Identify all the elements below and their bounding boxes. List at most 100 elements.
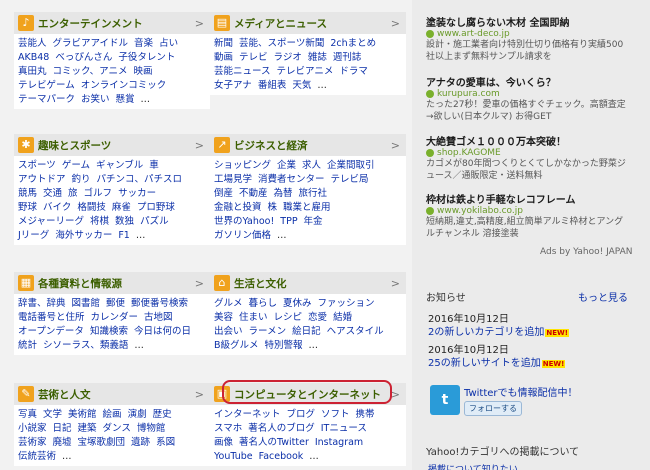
category-link[interactable]: 天気 — [292, 80, 311, 91]
category-link[interactable]: 著名人のブログ — [248, 423, 315, 434]
category-link[interactable]: 競馬 — [18, 188, 37, 199]
category-link[interactable]: 小説家 — [18, 423, 47, 434]
category-link[interactable]: 絵画 — [103, 409, 122, 420]
category-title[interactable]: エンターテインメント — [38, 16, 195, 31]
category-link[interactable]: 建築 — [78, 423, 97, 434]
category-link[interactable]: 2chまとめ — [330, 38, 376, 49]
category-link[interactable]: 宝塚歌劇団 — [78, 437, 126, 448]
chevron-right-icon[interactable]: > — [391, 277, 400, 290]
category-title[interactable]: 趣味とスポーツ — [38, 138, 195, 153]
ad-title[interactable]: 塗装なし腐らない木材 全国即納 — [426, 14, 626, 29]
category-header[interactable]: ⌂ 生活と文化 > — [210, 272, 406, 294]
category-link[interactable]: 夏休み — [283, 298, 312, 309]
category-link[interactable]: 博物館 — [137, 423, 166, 434]
category-link[interactable]: 倒産 — [214, 188, 233, 199]
ad-url-text[interactable]: www.yokilabo.co.jp — [437, 206, 523, 216]
chevron-right-icon[interactable]: > — [391, 388, 400, 401]
category-link[interactable]: 懸賞 — [116, 94, 135, 105]
category-link[interactable]: カレンダー — [91, 312, 139, 323]
ad-item[interactable]: 塗装なし腐らない木材 全国即納 www.art-deco.jp 設計・施工業者向け特… — [426, 14, 626, 63]
category-link[interactable]: 映画 — [133, 66, 152, 77]
category-link[interactable]: 新聞 — [214, 38, 233, 49]
category-link[interactable]: 消費者センター — [258, 174, 325, 185]
category-link[interactable]: 年金 — [304, 216, 323, 227]
notice-link-1[interactable]: 2の新しいカテゴリを追加 — [428, 327, 544, 338]
category-link[interactable]: 恋愛 — [308, 312, 327, 323]
category-title[interactable]: 芸術と人文 — [38, 387, 195, 402]
category-link[interactable]: アウトドア — [18, 174, 66, 185]
category-link[interactable]: ブログ — [287, 409, 316, 420]
chevron-right-icon[interactable]: > — [391, 139, 400, 152]
chevron-right-icon[interactable]: > — [195, 277, 204, 290]
ad-url-text[interactable]: www.art-deco.jp — [437, 29, 510, 39]
category-link[interactable]: AKB48 — [18, 52, 49, 63]
category-link[interactable]: ギャンブル — [96, 160, 143, 171]
category-link[interactable]: 画像 — [214, 437, 233, 448]
category-link[interactable]: 為替 — [274, 188, 293, 199]
category-header[interactable]: ✎ 芸術と人文 > — [14, 383, 210, 405]
category-link[interactable]: 芸能人 — [18, 38, 47, 49]
category-title[interactable]: 生活と文化 — [234, 276, 391, 291]
category-title[interactable]: 各種資料と情報源 — [38, 276, 195, 291]
category-link[interactable]: べっぴんさん — [55, 52, 112, 63]
category-link[interactable]: 女子アナ — [214, 80, 252, 91]
category-link[interactable]: レシピ — [274, 312, 303, 323]
yahoo-listing-link[interactable]: 掲載について知りたい — [428, 462, 518, 470]
category-link[interactable]: 廃墟 — [53, 437, 72, 448]
category-link[interactable]: オンラインコミック — [81, 80, 167, 91]
chevron-right-icon[interactable]: > — [391, 17, 400, 30]
category-link[interactable]: テーマパーク — [18, 94, 75, 105]
category-link[interactable]: TPP — [280, 216, 297, 227]
category-link[interactable]: ラジオ — [274, 52, 302, 63]
ad-url-text[interactable]: kurupura.com — [437, 89, 500, 99]
twitter-follow-button[interactable]: フォローする — [464, 401, 522, 416]
category-link[interactable]: B級グルメ — [214, 340, 259, 351]
category-link[interactable]: 旅行社 — [299, 188, 328, 199]
category-link[interactable]: 伝統芸術 — [18, 451, 56, 462]
category-link[interactable]: 麻雀 — [112, 202, 131, 213]
category-link[interactable]: 交通 — [43, 188, 62, 199]
category-link[interactable]: 将棋 — [90, 216, 109, 227]
category-link[interactable]: Jリーグ — [18, 230, 49, 241]
ad-url[interactable]: www.yokilabo.co.jp — [426, 206, 626, 216]
category-link[interactable]: 暮らし — [249, 298, 278, 309]
notice-item-1[interactable]: 2の新しいカテゴリを追加 NEW! — [428, 323, 569, 338]
category-link[interactable]: グルメ — [214, 298, 243, 309]
category-header[interactable]: ▦ 各種資料と情報源 > — [14, 272, 210, 294]
category-link[interactable]: ファッション — [318, 298, 375, 309]
category-link[interactable]: ショッピング — [214, 160, 271, 171]
category-link[interactable]: 動画 — [214, 52, 233, 63]
category-link[interactable]: 系図 — [156, 437, 175, 448]
category-link[interactable]: 郵便番号検索 — [131, 298, 188, 309]
category-link[interactable]: メジャーリーグ — [18, 216, 84, 227]
category-link[interactable]: テレビ — [239, 52, 268, 63]
category-link[interactable]: 工場見学 — [214, 174, 252, 185]
category-link[interactable]: 企業 — [277, 160, 296, 171]
category-link[interactable]: 演劇 — [128, 409, 147, 420]
category-link[interactable]: テレビ局 — [331, 174, 369, 185]
category-link[interactable]: 数独 — [115, 216, 134, 227]
category-link[interactable]: 雑誌 — [308, 52, 327, 63]
chevron-right-icon[interactable]: > — [195, 388, 204, 401]
category-link[interactable]: 占い — [159, 38, 178, 49]
chevron-right-icon[interactable]: > — [195, 139, 204, 152]
category-link[interactable]: プロ野球 — [137, 202, 175, 213]
category-link[interactable]: 美容 — [214, 312, 233, 323]
category-link[interactable]: 株 — [268, 202, 278, 213]
category-link[interactable]: シソーラス、類義語 — [43, 340, 128, 351]
category-link[interactable]: 出会い — [214, 326, 243, 337]
category-link[interactable]: 電話番号と住所 — [18, 312, 85, 323]
category-title[interactable]: メディアとニュース — [234, 16, 391, 31]
category-link[interactable]: 結婚 — [333, 312, 352, 323]
category-link[interactable]: ゴルフ — [84, 188, 113, 199]
category-link[interactable]: 企業間取引 — [327, 160, 375, 171]
category-link[interactable]: 不動産 — [239, 188, 268, 199]
category-link[interactable]: テレビアニメ — [277, 66, 334, 77]
category-link[interactable]: 職業と雇用 — [283, 202, 331, 213]
category-link[interactable]: ダンス — [103, 423, 131, 434]
category-link[interactable]: 格闘技 — [77, 202, 106, 213]
category-link[interactable]: 番組表 — [258, 80, 287, 91]
category-header[interactable]: ↗ ビジネスと経済 > — [210, 134, 406, 156]
category-link[interactable]: 統計 — [18, 340, 37, 351]
category-link[interactable]: 求人 — [302, 160, 321, 171]
